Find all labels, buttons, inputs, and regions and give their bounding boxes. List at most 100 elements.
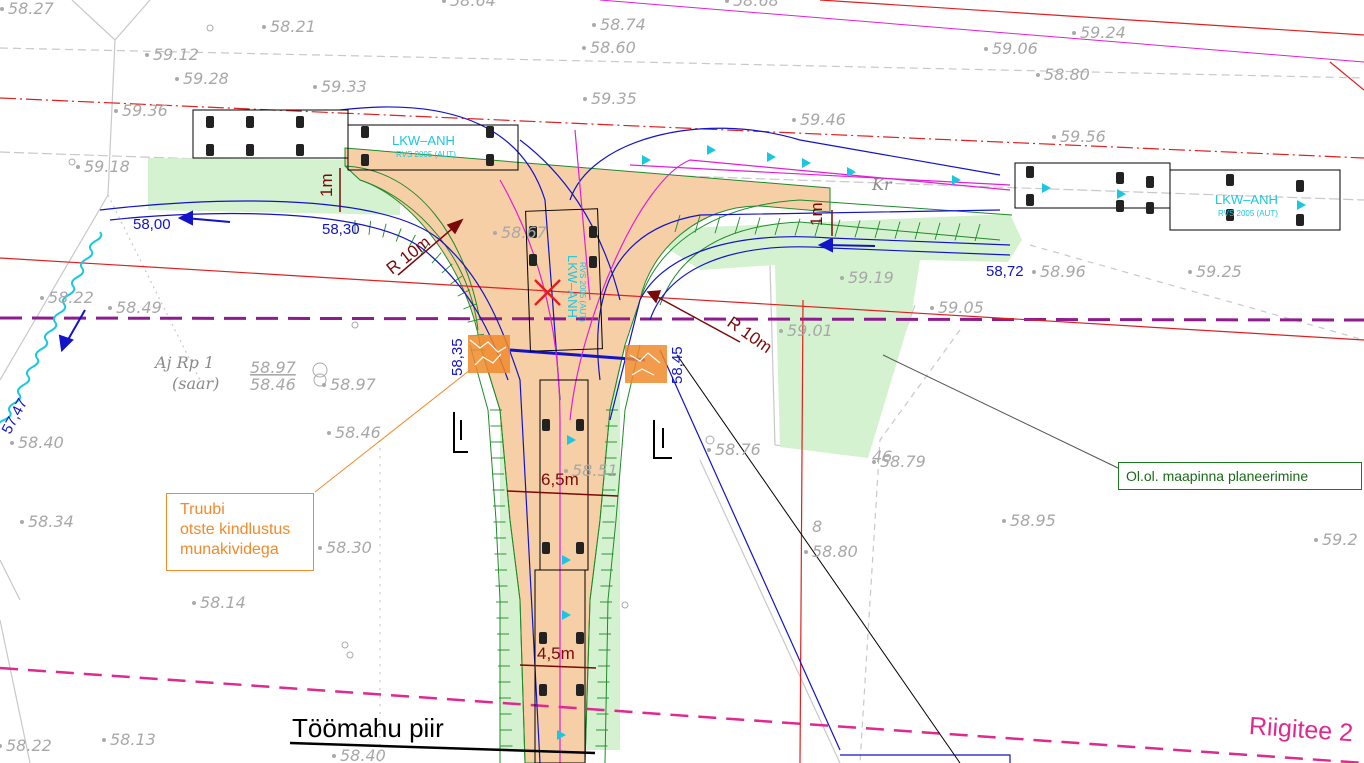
elevation-label: 59.28 bbox=[183, 69, 229, 88]
elevation-point bbox=[930, 306, 934, 310]
elevation-label: 58.80 bbox=[1044, 65, 1090, 84]
wheel bbox=[296, 116, 304, 128]
direction-arrow bbox=[642, 155, 651, 165]
elevation-point bbox=[1188, 270, 1192, 274]
culvert-callout-line2: otste kindlustus bbox=[180, 521, 291, 538]
map-number-8: 8 bbox=[812, 517, 822, 536]
wheel bbox=[1116, 200, 1124, 212]
map-number-46: 46 bbox=[872, 447, 892, 466]
elevation-label: 58.21 bbox=[270, 17, 316, 36]
wheel bbox=[542, 419, 550, 431]
truck-label-right: LKW–ANH bbox=[1215, 192, 1278, 207]
dimension-text: 1m bbox=[807, 202, 826, 226]
elevation-point bbox=[493, 231, 497, 235]
elevation-point bbox=[582, 46, 586, 50]
culvert-callout: Truubi otste kindlustus munakividega bbox=[166, 493, 314, 571]
work-limit-label: Töömahu piir bbox=[292, 713, 444, 743]
elevation-label: 59.01 bbox=[787, 321, 833, 340]
design-elevation: 58,72 bbox=[986, 263, 1024, 280]
elevation-point bbox=[1002, 519, 1006, 523]
design-elevation: 58,30 bbox=[322, 221, 360, 238]
truck-label-mid: LKW–ANH bbox=[565, 255, 580, 318]
elevation-point bbox=[327, 431, 331, 435]
wheel bbox=[486, 126, 494, 138]
wheel bbox=[1226, 174, 1234, 186]
wheel bbox=[589, 226, 597, 238]
wheel bbox=[296, 144, 304, 156]
elevation-point bbox=[1072, 31, 1076, 35]
wheel bbox=[1296, 214, 1304, 226]
elevation-point bbox=[1314, 538, 1318, 542]
elevation-point bbox=[262, 25, 266, 29]
dimension-text: R 10m bbox=[383, 232, 434, 278]
direction-arrow bbox=[767, 152, 776, 162]
elevation-label: 59.18 bbox=[84, 157, 130, 176]
elevation-label: 58.49 bbox=[116, 298, 162, 317]
ditch-wave bbox=[0, 231, 103, 424]
direction-arrow bbox=[707, 145, 716, 155]
elevation-label: 58.96 bbox=[1040, 262, 1086, 281]
elevation-point bbox=[583, 97, 587, 101]
wheel bbox=[539, 684, 547, 696]
wheel bbox=[1026, 194, 1034, 206]
elevation-label: 58.27 bbox=[8, 0, 55, 18]
parcel-elev-b: 58.46 bbox=[250, 375, 296, 394]
elevation-point bbox=[779, 329, 783, 333]
map-label-saar: (saar) bbox=[172, 374, 219, 393]
map-label-parcel: Aj Rp 1 bbox=[153, 353, 214, 372]
dimension-text: 1m bbox=[317, 173, 336, 197]
wheel bbox=[576, 419, 584, 431]
elevation-label: 58.13 bbox=[110, 730, 156, 749]
elevation-point bbox=[804, 550, 808, 554]
elevation-point bbox=[332, 754, 336, 758]
elevation-label: 58.30 bbox=[326, 538, 372, 557]
wheel bbox=[589, 256, 597, 268]
elevation-point bbox=[102, 738, 106, 742]
elevation-label: 58.46 bbox=[335, 423, 381, 442]
wheel bbox=[361, 126, 369, 138]
wheel bbox=[1026, 166, 1034, 178]
elevation-label: 58.80 bbox=[812, 542, 858, 561]
elevation-point bbox=[114, 109, 118, 113]
direction-arrow bbox=[802, 158, 811, 168]
elevation-point bbox=[313, 85, 317, 89]
direction-arrow bbox=[1117, 189, 1126, 199]
elevation-point bbox=[175, 77, 179, 81]
direction-arrow bbox=[1297, 200, 1306, 210]
elevation-label: 58.68 bbox=[733, 0, 779, 10]
dimension-text: 4,5m bbox=[537, 644, 575, 663]
design-elevation: 58,35 bbox=[449, 338, 466, 376]
truck-label-left: LKW–ANH bbox=[392, 133, 455, 148]
elevation-point bbox=[442, 0, 446, 3]
elevation-point bbox=[1036, 73, 1040, 77]
elevation-label: 59.24 bbox=[1080, 23, 1126, 42]
elevation-label: 58.60 bbox=[590, 38, 636, 57]
truck-sub-mid: RVS 2005 (AUT) bbox=[578, 262, 587, 322]
road-junction-plan: 58.27 58.64 58.68 58.21 58.74 58.60 59.12 59.06… bbox=[0, 0, 1364, 763]
elevation-point bbox=[1032, 270, 1036, 274]
elevation-label: 59.2 bbox=[1322, 530, 1358, 549]
culvert-callout-line3: munakividega bbox=[180, 541, 279, 558]
elevation-point bbox=[40, 296, 44, 300]
elevation-point bbox=[108, 306, 112, 310]
elevation-label: 58.76 bbox=[715, 440, 761, 459]
slope-tick bbox=[368, 220, 372, 235]
wheel bbox=[576, 632, 584, 644]
design-elevation: 58,00 bbox=[133, 216, 171, 233]
elevation-label: 58.67 bbox=[501, 223, 548, 242]
design-elevation: 58,45 bbox=[669, 346, 686, 384]
wheel bbox=[576, 542, 584, 554]
elevation-label: 58.97 bbox=[330, 375, 377, 394]
elevation-point bbox=[792, 118, 796, 122]
wheel bbox=[206, 144, 214, 156]
elevation-label: 59.05 bbox=[938, 298, 984, 317]
elevation-point bbox=[10, 441, 14, 445]
elevation-label: 58.40 bbox=[340, 746, 386, 763]
elevation-label: 59.12 bbox=[153, 45, 199, 64]
truck-sub-right: RVS 2005 (AUT) bbox=[1218, 209, 1278, 218]
elevation-label: 59.06 bbox=[992, 39, 1038, 58]
elevation-point bbox=[725, 0, 729, 3]
elevation-point bbox=[0, 7, 4, 11]
road-boundary-line bbox=[0, 666, 1364, 763]
elevation-point bbox=[984, 47, 988, 51]
